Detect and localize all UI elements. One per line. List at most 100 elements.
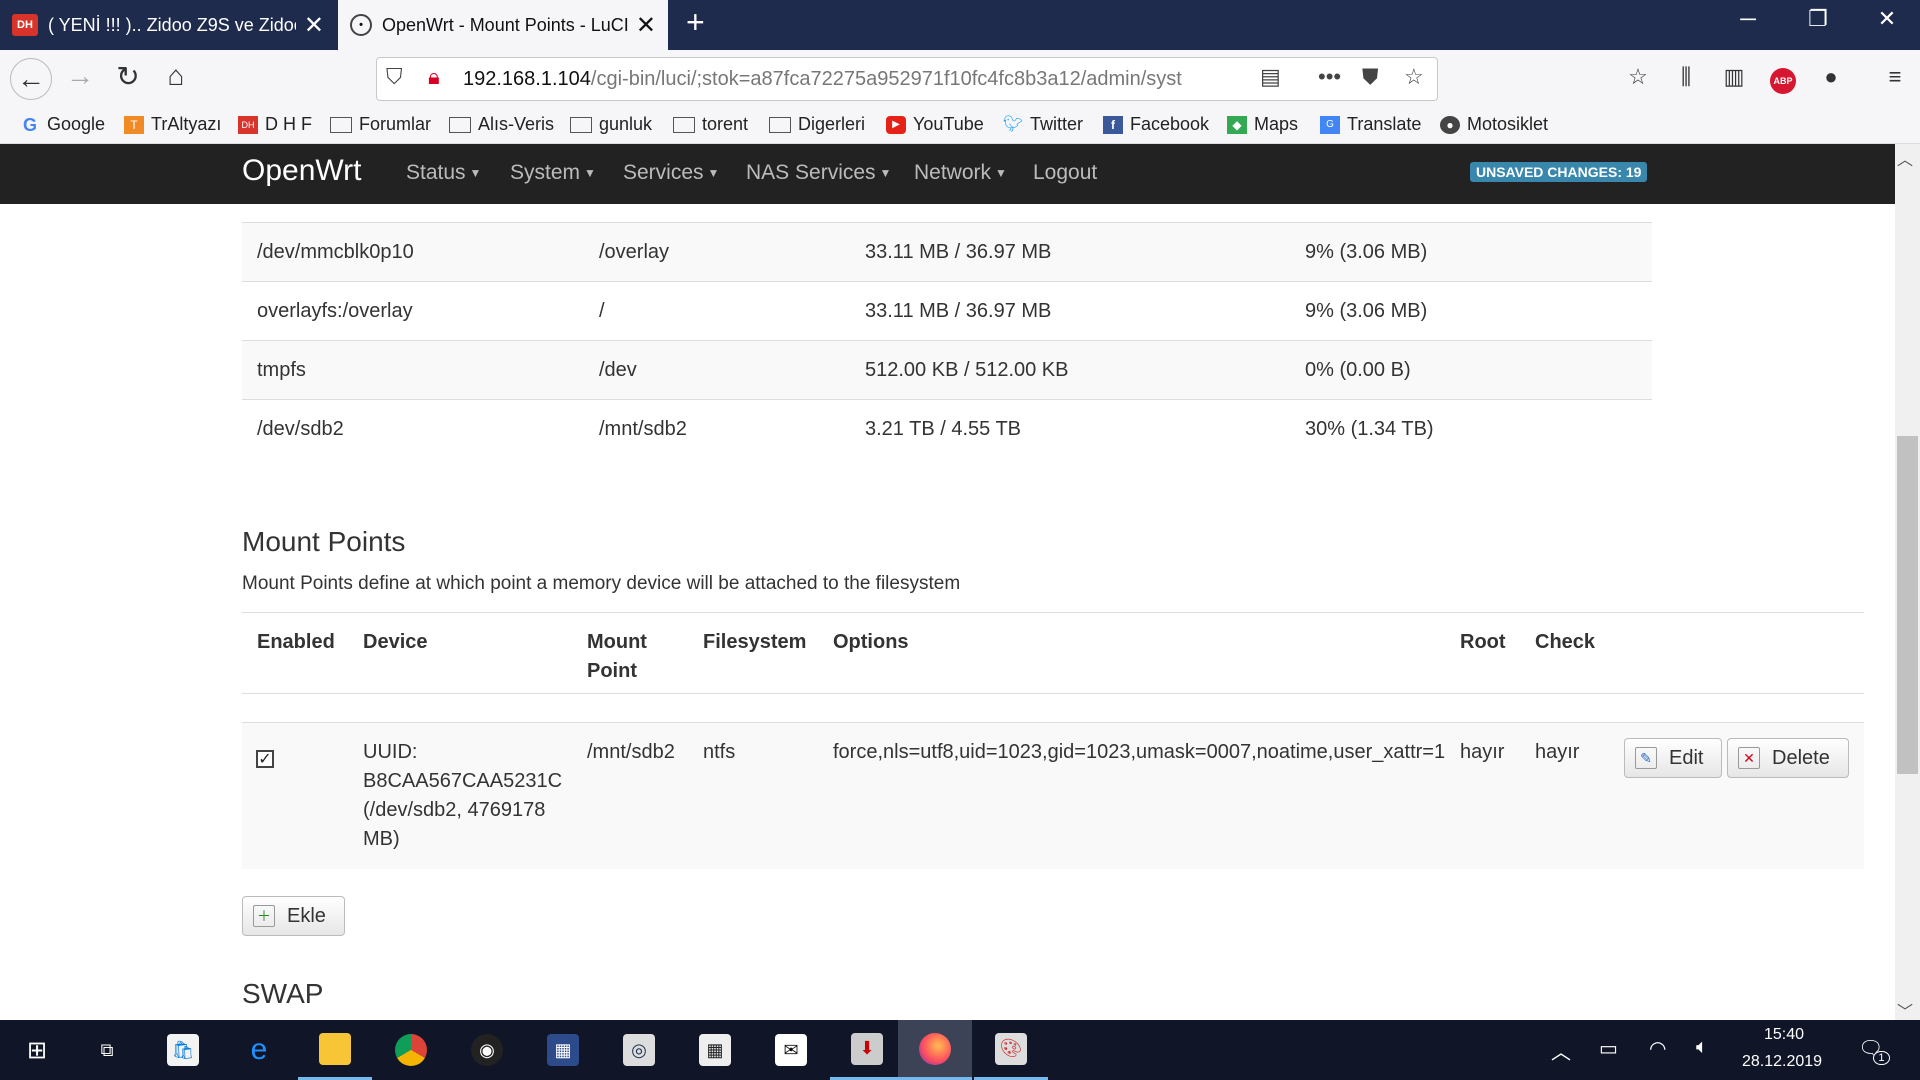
bookmark-traltyazi[interactable]: T TrAltyazı [124, 114, 221, 135]
taskbar-firefox[interactable] [898, 1020, 972, 1080]
moto-icon: ● [1440, 115, 1460, 134]
library-icon[interactable]: ⫼ [1669, 64, 1703, 90]
bookmark-forumlar[interactable]: Forumlar [330, 114, 431, 135]
reload-icon[interactable]: ↻ [108, 60, 148, 93]
taskbar-calculator[interactable]: ▦ [678, 1020, 752, 1080]
clock-time[interactable]: 15:40 [1764, 1026, 1804, 1044]
menu-system[interactable]: System ▼ [510, 161, 596, 185]
caret-down-icon: ▼ [584, 166, 596, 181]
account-icon[interactable]: ● [1814, 64, 1848, 90]
calculator-icon: ▦ [699, 1034, 731, 1066]
bookmark-twitter[interactable]: 🐦︎ Twitter [1003, 114, 1083, 135]
clock-date[interactable]: 28.12.2019 [1742, 1053, 1822, 1071]
taskbar-paint[interactable]: 🎨︎ [974, 1020, 1048, 1080]
menu-services[interactable]: Services ▼ [623, 161, 719, 185]
taskbar-store[interactable]: 🛍︎ [146, 1020, 220, 1080]
bookmark-google[interactable]: G Google [20, 114, 105, 135]
close-window-icon[interactable]: ✕ [1862, 6, 1912, 32]
pocket-icon[interactable]: ⛊ [1362, 64, 1379, 90]
enabled-checkbox[interactable]: ✓ [256, 750, 274, 768]
wifi-icon[interactable]: ◠ [1649, 1036, 1666, 1061]
dh-favicon-icon: DH [12, 14, 38, 36]
close-tab-icon[interactable]: ✕ [304, 11, 324, 40]
forward-arrow-icon[interactable]: → [60, 60, 100, 92]
folder-icon [769, 116, 791, 133]
bookmark-star-icon[interactable]: ☆ [1404, 64, 1424, 90]
restore-icon[interactable]: ❐ [1793, 6, 1843, 32]
mail-icon: ✉ [775, 1034, 807, 1066]
filesystem-cell: overlayfs:/overlay [242, 281, 584, 341]
edit-button[interactable]: ✎ Edit [1624, 738, 1722, 778]
usage-cell: 3.21 TB / 4.55 TB [850, 399, 1290, 458]
bookmark-gunluk[interactable]: gunluk [570, 114, 652, 135]
tab-title: OpenWrt - Mount Points - LuCI [382, 14, 628, 35]
taskbar-file-explorer[interactable] [298, 1020, 372, 1080]
taskbar-app-installer[interactable]: ⬇ [830, 1020, 904, 1080]
shield-icon[interactable]: ⛉ [386, 64, 403, 90]
folder-icon [673, 116, 695, 133]
tab-openwrt-mount-points[interactable]: • OpenWrt - Mount Points - LuCI ✕ [338, 0, 668, 50]
taskbar-edge[interactable]: e [222, 1020, 296, 1080]
edge-icon: e [250, 1033, 268, 1066]
openwrt-brand[interactable]: OpenWrt [242, 154, 362, 188]
close-tab-icon[interactable]: ✕ [636, 11, 656, 40]
battery-icon[interactable]: ▭ [1599, 1036, 1618, 1061]
menu-nas-services[interactable]: NAS Services ▼ [746, 161, 891, 185]
taskbar-chrome[interactable] [374, 1020, 448, 1080]
bookmark-youtube[interactable]: ▶ YouTube [886, 114, 984, 135]
video-editor-icon: ▦ [547, 1034, 579, 1066]
notification-center-icon[interactable]: 🗨︎1 [1858, 1036, 1900, 1065]
mount-points-description: Mount Points define at which point a mem… [242, 573, 961, 594]
taskbar-app-video[interactable]: ▦ [526, 1020, 600, 1080]
reader-view-icon[interactable]: ▤ [1260, 64, 1281, 90]
delete-button[interactable]: ✕ Delete [1727, 738, 1849, 778]
bookmark-maps[interactable]: ◆ Maps [1227, 114, 1298, 135]
bookmark-torent[interactable]: torent [673, 114, 748, 135]
mountpoint-cell: /overlay [584, 222, 850, 282]
menu-logout[interactable]: Logout [1033, 161, 1097, 185]
menu-status[interactable]: Status ▼ [406, 161, 481, 185]
taskbar-mail[interactable]: ✉ [754, 1020, 828, 1080]
bookmark-motosiklet[interactable]: ● Motosiklet [1440, 114, 1548, 135]
scroll-down-icon[interactable]: ﹀ [1897, 998, 1913, 1022]
mountpoint-cell: /dev [584, 340, 850, 400]
taskbar-app-globe[interactable]: ◎ [602, 1020, 676, 1080]
hamburger-menu-icon[interactable]: ≡ [1878, 64, 1912, 90]
mountpoint-cell: / [584, 281, 850, 341]
bookmark-dhf[interactable]: DH D H F [238, 114, 312, 135]
menu-network[interactable]: Network ▼ [914, 161, 1007, 185]
minimize-icon[interactable]: ─ [1723, 6, 1773, 32]
header-check: Check [1535, 631, 1596, 653]
scrollbar-thumb[interactable] [1897, 436, 1918, 774]
camera-icon: ◉ [471, 1034, 503, 1066]
tab-zidoo[interactable]: DH ( YENİ !!! ).. Zidoo Z9S ve Zidoo ✕ [0, 0, 336, 50]
back-arrow-icon[interactable]: ← [10, 58, 52, 100]
url-text[interactable]: 192.168.1.104/cgi-bin/luci/;stok=a87fca7… [463, 68, 1211, 91]
scroll-up-icon[interactable]: ︿ [1897, 146, 1913, 170]
caret-down-icon: ▼ [879, 166, 892, 181]
bookmark-translate[interactable]: G Translate [1320, 114, 1421, 135]
bookmarks-toolbar-icon[interactable]: ☆ [1621, 64, 1655, 90]
start-button[interactable]: ⊞ [0, 1020, 74, 1080]
unsaved-changes-badge[interactable]: UNSAVED CHANGES: 19 [1470, 162, 1648, 182]
caret-down-icon: ▼ [995, 166, 1007, 181]
taskbar-app-camera[interactable]: ◉ [450, 1020, 524, 1080]
maps-icon: ◆ [1227, 115, 1247, 134]
bookmark-digerleri[interactable]: Digerleri [769, 114, 865, 135]
task-view-button[interactable]: ⧉ [70, 1020, 144, 1080]
mount-point-cell: /mnt/sdb2 [587, 741, 675, 763]
volume-icon[interactable]: 🔈︎ [1696, 1036, 1708, 1059]
root-cell: hayır [1460, 741, 1505, 763]
adblock-icon[interactable]: ABP [1766, 64, 1800, 94]
insecure-lock-icon[interactable]: 🔒︎ [428, 64, 440, 90]
header-mount-point: Mount Point [587, 631, 647, 682]
page-actions-icon[interactable]: ••• [1318, 64, 1341, 90]
add-mount-button[interactable]: ＋ Ekle [242, 896, 345, 936]
sidebar-icon[interactable]: ▥ [1717, 64, 1751, 90]
home-icon[interactable]: ⌂ [156, 60, 196, 92]
mount-points-table-header [242, 612, 1864, 694]
new-tab-icon[interactable]: + [686, 4, 705, 41]
tray-overflow-icon[interactable]: ︿ [1551, 1036, 1571, 1065]
bookmark-facebook[interactable]: f Facebook [1103, 114, 1209, 135]
bookmark-alis-veris[interactable]: Alıs-Veris [449, 114, 554, 135]
